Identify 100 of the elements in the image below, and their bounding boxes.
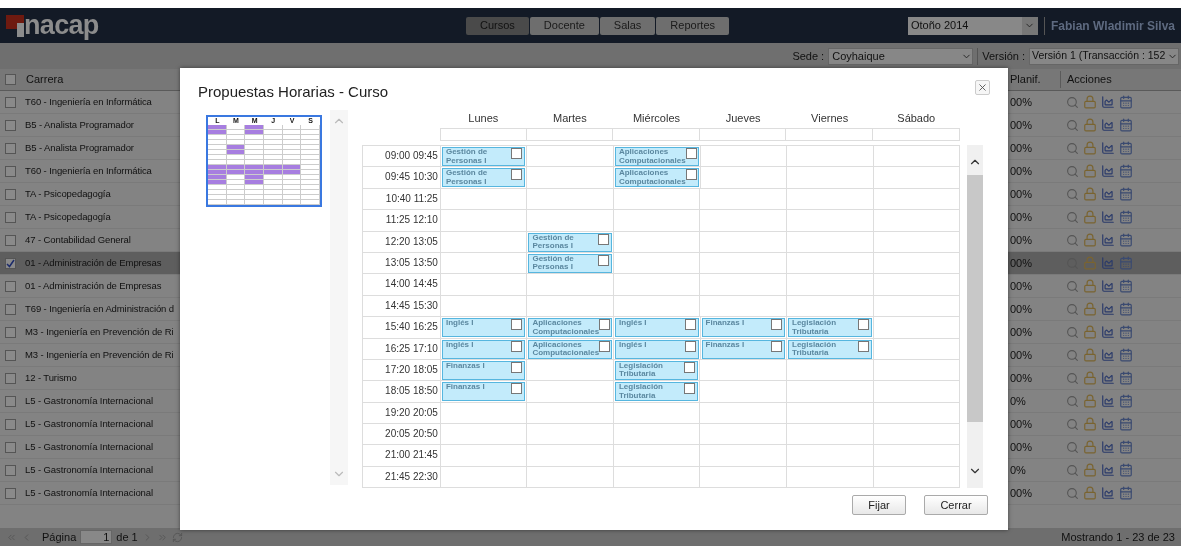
course-block[interactable]: Inglés I (615, 318, 699, 338)
chart-icon[interactable] (1101, 325, 1115, 339)
course-block[interactable]: Inglés I (441, 339, 526, 359)
course-block[interactable]: Aplicaciones Computacionales (528, 318, 612, 338)
course-block[interactable]: Gestión de Personas I (528, 253, 612, 273)
chart-icon[interactable] (1101, 164, 1115, 178)
course-block[interactable]: Legislación Tributaria (788, 318, 872, 338)
lock-icon[interactable] (1083, 187, 1097, 201)
chart-icon[interactable] (1101, 463, 1115, 477)
checkbox[interactable] (4, 74, 16, 85)
chart-icon[interactable] (1101, 210, 1115, 224)
course-block[interactable]: Aplicaciones Computacionales (528, 339, 612, 359)
chart-icon[interactable] (1101, 371, 1115, 385)
calendar-icon[interactable] (1119, 233, 1133, 247)
term-select[interactable]: Otoño 2014 (907, 16, 1038, 35)
checkbox[interactable] (4, 234, 16, 246)
lock-icon[interactable] (1083, 486, 1097, 500)
checkbox[interactable] (511, 319, 523, 331)
checkbox[interactable] (4, 165, 16, 177)
checkbox[interactable] (4, 257, 16, 269)
checkbox[interactable] (4, 418, 16, 430)
search-icon[interactable] (1066, 210, 1079, 224)
checkbox[interactable] (4, 142, 16, 154)
checkbox[interactable] (684, 361, 696, 373)
column-header[interactable]: Planif. (1008, 71, 1060, 88)
chart-icon[interactable] (1101, 302, 1115, 316)
calendar-icon[interactable] (1119, 417, 1133, 431)
close-button[interactable] (975, 80, 990, 95)
lock-icon[interactable] (1083, 348, 1097, 362)
refresh-icon[interactable] (171, 531, 183, 543)
scrollbar[interactable] (967, 145, 983, 488)
checkbox[interactable] (4, 280, 16, 292)
nav-tab[interactable]: Salas (599, 16, 656, 35)
checkbox[interactable] (684, 383, 696, 395)
checkbox[interactable] (4, 372, 16, 384)
nav-tab[interactable]: Reportes (656, 16, 729, 35)
course-block[interactable]: Gestión de Personas I (528, 232, 612, 252)
course-block[interactable]: Finanzas I (701, 318, 785, 338)
course-block[interactable]: Finanzas I (441, 382, 526, 402)
calendar-icon[interactable] (1119, 256, 1133, 270)
dialog-button[interactable]: Fijar (852, 495, 906, 516)
checkbox[interactable] (511, 148, 523, 159)
calendar-icon[interactable] (1119, 187, 1133, 201)
lock-icon[interactable] (1083, 95, 1097, 109)
checkbox[interactable] (771, 319, 782, 331)
chart-icon[interactable] (1101, 256, 1115, 270)
lock-icon[interactable] (1083, 164, 1097, 178)
lock-icon[interactable] (1083, 279, 1097, 293)
course-block[interactable]: Legislación Tributaria (614, 382, 699, 402)
calendar-icon[interactable] (1119, 486, 1133, 500)
course-block[interactable]: Aplicaciones Computacionales (614, 147, 699, 166)
checkbox[interactable] (4, 395, 16, 407)
search-icon[interactable] (1066, 302, 1079, 316)
checkbox[interactable] (511, 361, 523, 373)
course-block[interactable]: Gestión de Personas I (441, 147, 526, 166)
checkbox[interactable] (4, 211, 16, 223)
calendar-icon[interactable] (1119, 394, 1133, 408)
lock-icon[interactable] (1083, 325, 1097, 339)
course-block[interactable]: Finanzas I (701, 339, 785, 359)
scrollbar-thumb[interactable] (967, 175, 983, 422)
chart-icon[interactable] (1101, 417, 1115, 431)
calendar-icon[interactable] (1119, 118, 1133, 132)
column-header[interactable]: Carrera (20, 71, 170, 88)
calendar-icon[interactable] (1119, 164, 1133, 178)
lock-icon[interactable] (1083, 302, 1097, 316)
lock-icon[interactable] (1083, 417, 1097, 431)
checkbox[interactable] (857, 319, 869, 331)
calendar-icon[interactable] (1119, 95, 1133, 109)
lock-icon[interactable] (1083, 440, 1097, 454)
checkbox[interactable] (599, 319, 611, 331)
checkbox[interactable] (599, 340, 611, 352)
search-icon[interactable] (1066, 440, 1079, 454)
course-block[interactable]: Finanzas I (441, 360, 526, 380)
page-field[interactable]: 1 (80, 530, 113, 544)
chart-icon[interactable] (1101, 95, 1115, 109)
calendar-icon[interactable] (1119, 440, 1133, 454)
sede-select[interactable]: Coyhaique (828, 47, 974, 65)
course-block[interactable]: Legislación Tributaria (788, 339, 872, 359)
search-icon[interactable] (1066, 279, 1079, 293)
chart-icon[interactable] (1101, 141, 1115, 155)
search-icon[interactable] (1066, 394, 1079, 408)
nav-tab[interactable]: Docente (529, 16, 599, 35)
course-block[interactable]: Aplicaciones Computacionales (614, 168, 699, 188)
chart-icon[interactable] (1101, 348, 1115, 362)
checkbox[interactable] (684, 319, 696, 331)
chart-icon[interactable] (1101, 279, 1115, 293)
lock-icon[interactable] (1083, 233, 1097, 247)
lock-icon[interactable] (1083, 141, 1097, 155)
checkbox[interactable] (771, 340, 782, 352)
search-icon[interactable] (1066, 233, 1079, 247)
checkbox[interactable] (4, 464, 16, 476)
course-block[interactable]: Legislación Tributaria (614, 360, 699, 380)
course-block[interactable]: Gestión de Personas I (441, 168, 526, 188)
checkbox[interactable] (685, 148, 697, 159)
lock-icon[interactable] (1083, 118, 1097, 132)
lock-icon[interactable] (1083, 394, 1097, 408)
chart-icon[interactable] (1101, 187, 1115, 201)
search-icon[interactable] (1066, 371, 1079, 385)
course-block[interactable]: Inglés I (441, 318, 526, 338)
search-icon[interactable] (1066, 325, 1079, 339)
